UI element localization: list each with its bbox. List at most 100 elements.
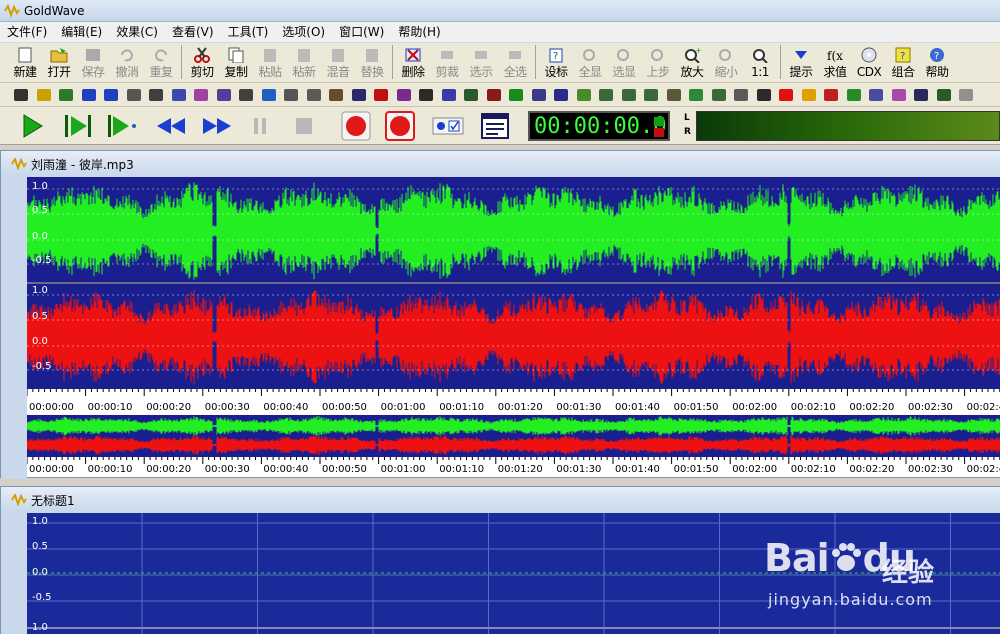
fast-forward-button[interactable]	[196, 110, 238, 142]
effect-button[interactable]	[10, 85, 32, 105]
toolbar-button[interactable]: 1:1	[743, 43, 777, 81]
pause-button[interactable]	[246, 110, 274, 142]
toolbar-button[interactable]: CDX	[852, 43, 886, 81]
effect-button[interactable]	[438, 85, 460, 105]
toolbar-button[interactable]: 剪裁	[430, 43, 464, 81]
toolbar-button[interactable]: ? 设标	[539, 43, 573, 81]
toolbar-button[interactable]: 全显	[573, 43, 607, 81]
effect-button[interactable]	[393, 85, 415, 105]
play-button[interactable]	[14, 110, 50, 142]
control-properties-button[interactable]	[478, 110, 512, 142]
effect-button[interactable]	[528, 85, 550, 105]
play-from-cursor-button[interactable]	[104, 110, 140, 142]
toolbar-button[interactable]: f(x) 求值	[818, 43, 852, 81]
waveform-canvas[interactable]	[27, 177, 1000, 389]
effect-button[interactable]	[33, 85, 55, 105]
toolbar-button[interactable]: + 放大	[675, 43, 709, 81]
effect-button[interactable]	[933, 85, 955, 105]
toolbar-button[interactable]: 粘新	[287, 43, 321, 81]
effect-button[interactable]	[348, 85, 370, 105]
effect-button[interactable]	[325, 85, 347, 105]
timeline-tick-label: 00:00:50	[322, 402, 367, 413]
toolbar-button[interactable]: 剪切	[185, 43, 219, 81]
effect-button[interactable]	[640, 85, 662, 105]
menu-item[interactable]: 工具(T)	[221, 23, 276, 42]
menu-item[interactable]: 窗口(W)	[332, 23, 391, 42]
toolbar-button[interactable]: 选显	[607, 43, 641, 81]
toolbar-button[interactable]: 缩小	[709, 43, 743, 81]
effect-button[interactable]	[483, 85, 505, 105]
effect-button[interactable]	[753, 85, 775, 105]
effect-button[interactable]	[865, 85, 887, 105]
overview-waveform[interactable]	[27, 415, 1000, 457]
effect-button[interactable]	[235, 85, 257, 105]
effect-icon	[486, 88, 501, 101]
waveform-view[interactable]	[27, 177, 1000, 389]
effect-button[interactable]	[843, 85, 865, 105]
effect-button[interactable]	[280, 85, 302, 105]
stop-button[interactable]	[290, 110, 318, 142]
effect-button[interactable]	[460, 85, 482, 105]
toolbar-button[interactable]: ? 帮助	[920, 43, 954, 81]
effect-button[interactable]	[573, 85, 595, 105]
toolbar-button[interactable]: ? 组合	[886, 43, 920, 81]
effect-button[interactable]	[123, 85, 145, 105]
timeline-tick-label: 00:00:30	[204, 464, 250, 475]
effect-button[interactable]	[663, 85, 685, 105]
timeline-ruler[interactable]: 00:00:00 00:00:10 00:00:20 00:00:30 00:00:40…	[27, 389, 1000, 415]
effect-button[interactable]	[415, 85, 437, 105]
effect-button[interactable]	[708, 85, 730, 105]
rewind-button[interactable]	[150, 110, 192, 142]
effect-button[interactable]	[145, 85, 167, 105]
effect-button[interactable]	[213, 85, 235, 105]
menu-item[interactable]: 帮助(H)	[391, 23, 447, 42]
effect-button[interactable]	[910, 85, 932, 105]
effect-button[interactable]	[78, 85, 100, 105]
toolbar-button[interactable]: 重复	[144, 43, 178, 81]
menu-item[interactable]: 查看(V)	[165, 23, 221, 42]
monitor-toggle[interactable]	[430, 110, 466, 142]
menu-item[interactable]: 效果(C)	[109, 23, 165, 42]
effect-button[interactable]	[775, 85, 797, 105]
effect-button[interactable]	[505, 85, 527, 105]
effect-button[interactable]	[685, 85, 707, 105]
toolbar-button[interactable]: 全选	[498, 43, 532, 81]
effect-button[interactable]	[595, 85, 617, 105]
effect-button[interactable]	[55, 85, 77, 105]
menu-item[interactable]: 编辑(E)	[54, 23, 109, 42]
toolbar-button[interactable]: 复制	[219, 43, 253, 81]
effect-button[interactable]	[798, 85, 820, 105]
toolbar-button[interactable]: 粘贴	[253, 43, 287, 81]
effect-button[interactable]	[370, 85, 392, 105]
effect-button[interactable]	[618, 85, 640, 105]
record-new-button[interactable]	[380, 110, 420, 142]
effect-button[interactable]	[190, 85, 212, 105]
left-gutter	[1, 177, 27, 479]
effect-button[interactable]	[168, 85, 190, 105]
overview-canvas[interactable]	[27, 415, 1000, 457]
record-button[interactable]	[336, 110, 376, 142]
toolbar-button[interactable]: 提示	[784, 43, 818, 81]
toolbar-button[interactable]: 撤消	[110, 43, 144, 81]
overview-timeline-ruler[interactable]: 00:00:00 00:00:10 00:00:20 00:00:30 00:00:40…	[27, 457, 1000, 477]
toolbar-button[interactable]: 替换	[355, 43, 389, 81]
toolbar-button[interactable]: 打开	[42, 43, 76, 81]
toolbar-button[interactable]: 选示	[464, 43, 498, 81]
effect-button[interactable]	[730, 85, 752, 105]
toolbar-button[interactable]: 保存	[76, 43, 110, 81]
effect-button[interactable]	[820, 85, 842, 105]
effect-button[interactable]	[550, 85, 572, 105]
menu-item[interactable]: 选项(O)	[275, 23, 332, 42]
effect-button[interactable]	[955, 85, 977, 105]
effect-button[interactable]	[303, 85, 325, 105]
menu-item[interactable]: 文件(F)	[0, 23, 54, 42]
toolbar-button[interactable]: 新建	[8, 43, 42, 81]
toolbar-button[interactable]: 上步	[641, 43, 675, 81]
toolbar-button[interactable]: 删除	[396, 43, 430, 81]
effect-button[interactable]	[100, 85, 122, 105]
play-selection-button[interactable]	[60, 110, 96, 142]
toolbar-icon	[615, 47, 633, 63]
toolbar-button[interactable]: 混音	[321, 43, 355, 81]
effect-button[interactable]	[888, 85, 910, 105]
effect-button[interactable]	[258, 85, 280, 105]
